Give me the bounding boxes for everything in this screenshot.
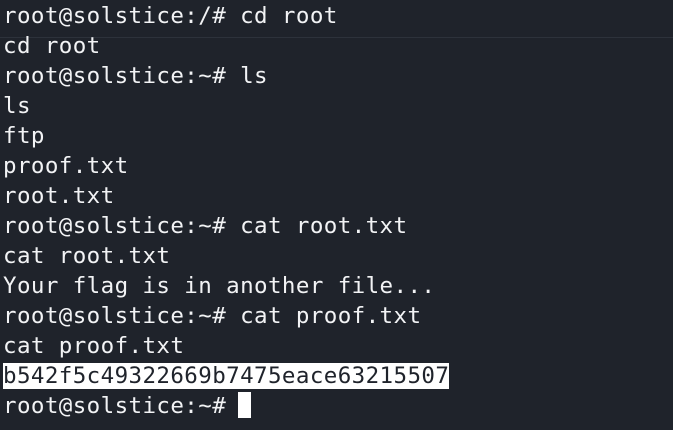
terminal-line-command-ls: root@solstice:~# ls [3,63,268,89]
terminal-line-file-ftp: ftp [3,123,45,149]
terminal-line-file-proof: proof.txt [3,153,129,179]
terminal-line-echo-cat-root: cat root.txt [3,243,171,269]
terminal-line-prompt[interactable]: root@solstice:~# [0,391,673,421]
terminal-line-command-cat-proof: root@solstice:~# cat proof.txt [3,303,422,329]
terminal-line-command-cd: root@solstice:/# cd root [3,3,338,29]
terminal-line-file-root: root.txt [3,183,115,209]
terminal-line-output-message: Your flag is in another file... [3,273,436,299]
terminal-line-command-cat-root: root@solstice:~# cat root.txt [3,213,408,239]
shell-prompt: root@solstice:~# [3,393,227,419]
terminal-line-echo-cat-proof: cat proof.txt [3,333,185,359]
terminal-line-echo-cd: cd root [3,33,101,59]
flag-highlight: b542f5c49322669b7475eace63215507 [3,363,450,389]
terminal-window[interactable]: root@solstice:/# cd root cd root root@so… [0,0,673,430]
terminal-line-echo-ls: ls [3,93,31,119]
terminal-line-flag: b542f5c49322669b7475eace63215507 [0,361,673,391]
cursor-icon [238,392,252,418]
